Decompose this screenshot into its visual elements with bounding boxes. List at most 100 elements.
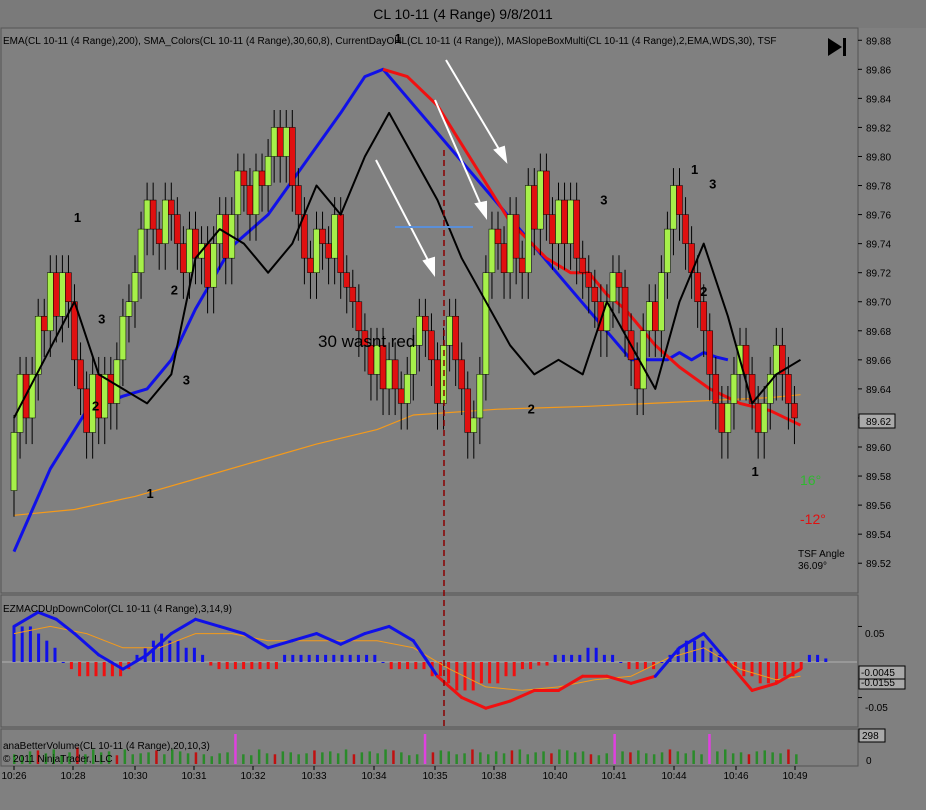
candle-body [573, 199, 580, 259]
time-tick-label: 10:32 [240, 771, 265, 782]
macd-histogram-bar [824, 658, 828, 662]
volume-bar [376, 753, 379, 764]
candle-body [59, 272, 66, 317]
candle-body [149, 199, 157, 230]
candle-body [682, 214, 689, 244]
macd-histogram-bar [643, 662, 647, 670]
candle-body [355, 301, 363, 332]
macd-histogram-bar [504, 662, 508, 677]
copyright-text: © 2011 NinjaTrader, LLC [3, 754, 113, 765]
candle-body [313, 228, 320, 273]
candle-body [83, 388, 90, 433]
candle-body [543, 170, 550, 215]
volume-bar [297, 754, 300, 764]
candle-body [101, 374, 108, 419]
candle-body [416, 316, 423, 346]
volume-bar [273, 754, 277, 764]
time-tick-label: 10:28 [60, 771, 85, 782]
candle-body [518, 257, 526, 273]
swing-label: 2 [528, 402, 535, 417]
macd-histogram-bar [488, 662, 492, 684]
time-tick-label: 10:31 [181, 771, 206, 782]
volume-bar [692, 750, 695, 764]
volume-bar [708, 734, 711, 764]
macd-histogram-bar [455, 662, 459, 691]
candle-body [107, 374, 115, 404]
macd-histogram-bar [758, 662, 762, 684]
candle-body [718, 403, 726, 433]
volume-bar [352, 754, 356, 764]
candle-body [446, 316, 453, 346]
macd-histogram-bar [594, 647, 598, 662]
swing-label: 1 [691, 162, 698, 177]
candle-body [512, 214, 520, 259]
candle-body [488, 228, 496, 273]
swing-label: 3 [709, 176, 716, 191]
macd-histogram-bar [348, 654, 352, 662]
macd-histogram-bar [61, 662, 65, 663]
volume-bar [139, 753, 142, 764]
candle-body [174, 214, 181, 244]
volume-zero-label: 0 [866, 756, 872, 767]
volume-bar [739, 752, 743, 764]
volume-bar [392, 750, 395, 764]
candle-body [422, 316, 429, 332]
candle-body [712, 374, 720, 404]
macd-histogram-bar [529, 662, 533, 670]
volume-bar [510, 750, 514, 764]
volume-bar [637, 750, 640, 764]
time-tick-label: 10:46 [723, 771, 748, 782]
candle-body [385, 359, 393, 390]
candle-body [706, 330, 713, 375]
swing-label: 2 [700, 284, 707, 299]
candle-body [585, 272, 592, 288]
macd-histogram-bar [545, 662, 549, 666]
candle-body [210, 243, 217, 288]
candle-body [204, 243, 211, 288]
volume-bar [581, 751, 585, 764]
tsf-angle-label: TSF Angle [798, 549, 845, 560]
candle-body [258, 170, 266, 186]
candle-body [773, 345, 780, 375]
macd-histogram-bar [783, 662, 787, 677]
price-tick-label: 89.60 [866, 443, 891, 454]
candle-body [785, 374, 792, 404]
candle-body [537, 170, 544, 230]
angle-down-label: -12° [800, 511, 826, 527]
macd-histogram-bar [283, 654, 287, 662]
volume-bar [257, 749, 261, 764]
time-tick-label: 10:26 [1, 771, 26, 782]
price-tick-label: 89.66 [866, 356, 891, 367]
candle-body [500, 243, 508, 273]
candle-body [506, 214, 514, 273]
window-title: CL 10-11 (4 Range) 9/8/2011 [373, 6, 553, 22]
macd-histogram-bar [807, 654, 811, 662]
macd-histogram-bar [225, 662, 229, 670]
volume-bar [518, 749, 522, 764]
macd-histogram-bar [37, 633, 41, 662]
time-tick-label: 10:33 [301, 771, 326, 782]
volume-bar [494, 751, 498, 764]
volume-bar [589, 754, 593, 764]
volume-bar [147, 752, 150, 764]
macd-histogram-bar [86, 662, 90, 677]
volume-bar [360, 752, 364, 764]
price-tick-label: 89.58 [866, 472, 891, 483]
macd-histogram-bar [414, 662, 418, 670]
candle-body [621, 286, 629, 332]
volume-bar [242, 754, 245, 764]
volume-bar [400, 752, 403, 764]
swing-label: 1 [147, 486, 154, 501]
candle-body [391, 359, 399, 390]
time-tick-label: 10:38 [481, 771, 506, 782]
macd-histogram-bar [307, 654, 311, 662]
macd-histogram-bar [340, 654, 344, 662]
macd-histogram-bar [750, 662, 754, 677]
time-tick-label: 10:40 [542, 771, 567, 782]
candle-body [458, 359, 465, 390]
volume-bar [336, 753, 340, 764]
swing-label: 3 [98, 312, 105, 327]
macd-histogram-bar [78, 662, 82, 677]
candle-body [397, 388, 405, 404]
candle-body [137, 228, 145, 273]
